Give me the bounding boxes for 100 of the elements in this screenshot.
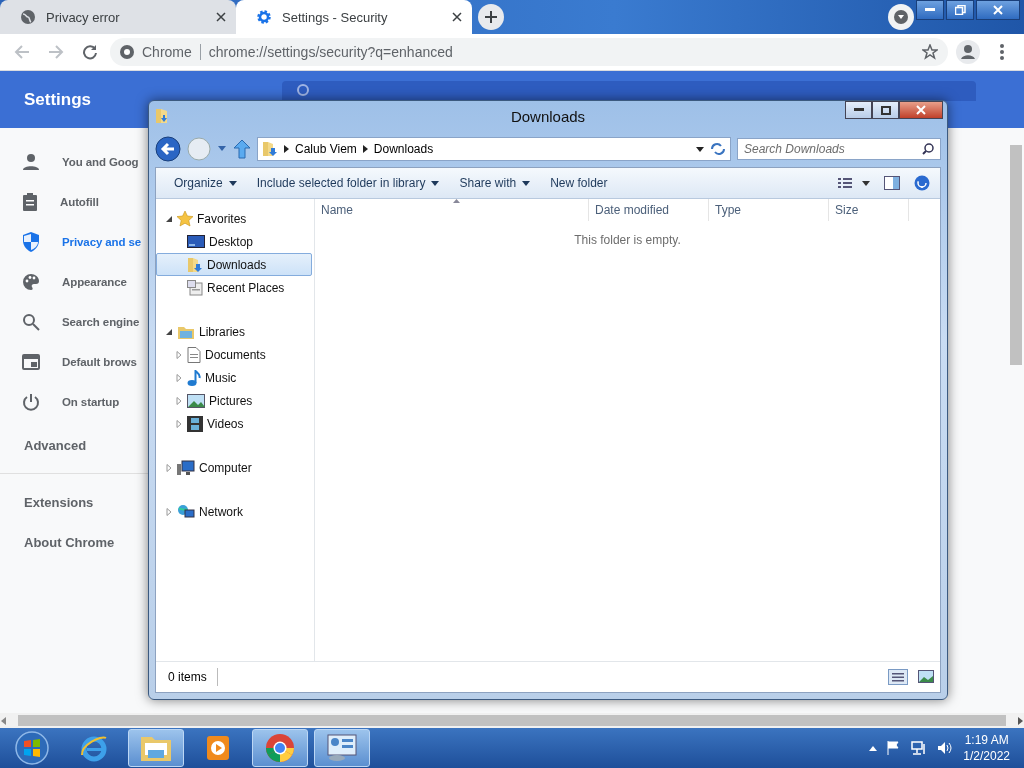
- view-options-icon[interactable]: [838, 177, 870, 189]
- browser-tab[interactable]: Privacy error: [0, 0, 236, 34]
- settings-nav-item[interactable]: Search engine: [0, 302, 148, 342]
- taskbar-app-button[interactable]: [128, 729, 184, 767]
- restore-icon: [954, 5, 966, 15]
- toolbar-button[interactable]: Include selected folder in library: [248, 171, 448, 195]
- help-icon[interactable]: [914, 175, 930, 191]
- taskbar-app-button[interactable]: [314, 729, 370, 767]
- breadcrumb-arrow-icon[interactable]: [284, 145, 289, 153]
- shield-icon: [22, 232, 40, 252]
- details-view-icon[interactable]: [888, 669, 908, 685]
- close-icon[interactable]: [452, 12, 462, 22]
- up-arrow-icon[interactable]: [233, 139, 251, 159]
- settings-link[interactable]: Extensions: [0, 482, 148, 522]
- search-icon[interactable]: [922, 143, 934, 155]
- profile-button[interactable]: [954, 38, 982, 66]
- settings-nav-item[interactable]: Appearance: [0, 262, 148, 302]
- address-bar[interactable]: Calub Viem Downloads: [257, 137, 731, 161]
- navigation-tree-item[interactable]: Libraries: [156, 320, 312, 343]
- navigation-tree-item[interactable]: Computer: [156, 456, 312, 479]
- refresh-icon[interactable]: [710, 142, 726, 156]
- close-button[interactable]: [976, 0, 1020, 20]
- folder-icon: [140, 734, 172, 762]
- search-icon: [22, 313, 40, 331]
- star-icon: [177, 210, 193, 227]
- tab-search-button[interactable]: [888, 4, 914, 30]
- browser-window-icon: [22, 354, 40, 370]
- browser-tab[interactable]: Settings - Security: [236, 0, 472, 34]
- downloads-folder-icon: [262, 141, 278, 157]
- navigation-tree-item[interactable]: Videos: [156, 412, 312, 435]
- minimize-button[interactable]: [845, 101, 872, 119]
- navigation-tree-item[interactable]: Recent Places: [156, 276, 312, 299]
- computer-icon: [177, 459, 195, 476]
- taskbar-app-button[interactable]: [252, 729, 308, 767]
- recent-pages-caret-icon[interactable]: [217, 145, 227, 153]
- person-icon: [22, 153, 40, 171]
- close-button[interactable]: [899, 101, 943, 119]
- clock-time: 1:19 AM: [964, 732, 1009, 748]
- avatar-icon: [956, 40, 980, 64]
- search-field[interactable]: Search Downloads: [737, 138, 941, 160]
- navigation-tree-item[interactable]: Network: [156, 500, 312, 523]
- navigation-tree-item[interactable]: Downloads: [156, 253, 312, 276]
- gear-icon: [256, 9, 272, 25]
- column-header[interactable]: Date modified: [589, 199, 709, 221]
- navigation-tree-item[interactable]: Desktop: [156, 230, 312, 253]
- clock[interactable]: 1:19 AM 1/2/2022: [963, 732, 1010, 764]
- window-title: Downloads: [510, 107, 586, 125]
- desktop-icon: [187, 234, 205, 249]
- star-bookmark-icon[interactable]: [922, 44, 938, 60]
- dropdown-caret-icon: [522, 180, 531, 186]
- scrollbar-thumb[interactable]: [1010, 145, 1022, 365]
- navigation-tree-item[interactable]: Music: [156, 366, 312, 389]
- breadcrumb-arrow-icon[interactable]: [362, 145, 368, 153]
- settings-nav-item[interactable]: Privacy and se: [0, 222, 148, 262]
- settings-nav-item[interactable]: On startup: [0, 382, 148, 422]
- maximize-button[interactable]: [872, 101, 899, 119]
- large-icons-view-icon[interactable]: [918, 670, 934, 684]
- scroll-right-icon[interactable]: [1016, 716, 1024, 725]
- column-header[interactable]: Size: [829, 199, 909, 221]
- toolbar-button[interactable]: Organize: [166, 171, 245, 195]
- minimize-button[interactable]: [916, 0, 944, 20]
- recent-places-icon: [187, 279, 203, 296]
- maximize-icon: [880, 105, 891, 115]
- back-arrow-icon: [14, 44, 30, 60]
- new-tab-button[interactable]: [478, 4, 504, 30]
- network-icon: [177, 503, 195, 520]
- palette-icon: [22, 273, 40, 291]
- breadcrumb-item[interactable]: Downloads: [373, 142, 434, 156]
- close-icon[interactable]: [216, 12, 226, 22]
- horizontal-scrollbar[interactable]: [0, 713, 1024, 728]
- collapse-arrow-icon[interactable]: [165, 327, 173, 336]
- item-count: 0 items: [168, 670, 207, 684]
- preview-pane-icon[interactable]: [884, 176, 900, 190]
- navigation-tree-item[interactable]: Favorites: [156, 207, 312, 230]
- restore-button[interactable]: [946, 0, 974, 20]
- collapse-arrow-icon[interactable]: [165, 214, 173, 223]
- flag-icon[interactable]: [887, 741, 902, 755]
- dropdown-caret-icon[interactable]: [696, 146, 704, 152]
- control-panel-icon: [327, 734, 357, 762]
- settings-nav-item[interactable]: Default brows: [0, 342, 148, 382]
- close-icon: [993, 5, 1003, 15]
- clipboard-icon: [22, 193, 38, 211]
- show-hidden-icons-icon[interactable]: [869, 745, 878, 751]
- close-icon: [916, 105, 926, 115]
- search-settings-field[interactable]: [282, 81, 977, 101]
- settings-nav-item[interactable]: You and Goog: [0, 142, 148, 182]
- navigation-tree-item[interactable]: Documents: [156, 343, 312, 366]
- scroll-left-icon[interactable]: [0, 716, 8, 725]
- breadcrumb-item[interactable]: Calub Viem: [295, 142, 357, 156]
- settings-nav-item[interactable]: Autofill: [0, 182, 148, 222]
- toolbar-button[interactable]: Share with: [451, 171, 539, 195]
- column-header[interactable]: Type: [709, 199, 829, 221]
- minimize-icon: [925, 8, 935, 12]
- speaker-icon[interactable]: [937, 741, 954, 755]
- toolbar-button[interactable]: New folder: [542, 171, 616, 195]
- settings-link[interactable]: About Chrome: [0, 522, 148, 562]
- address-bar[interactable]: Chrome chrome://settings/security?q=enhanced: [110, 38, 948, 66]
- advanced-section[interactable]: Advanced: [0, 422, 148, 473]
- network-status-icon[interactable]: [911, 741, 928, 755]
- navigation-tree-item[interactable]: Pictures: [156, 389, 312, 412]
